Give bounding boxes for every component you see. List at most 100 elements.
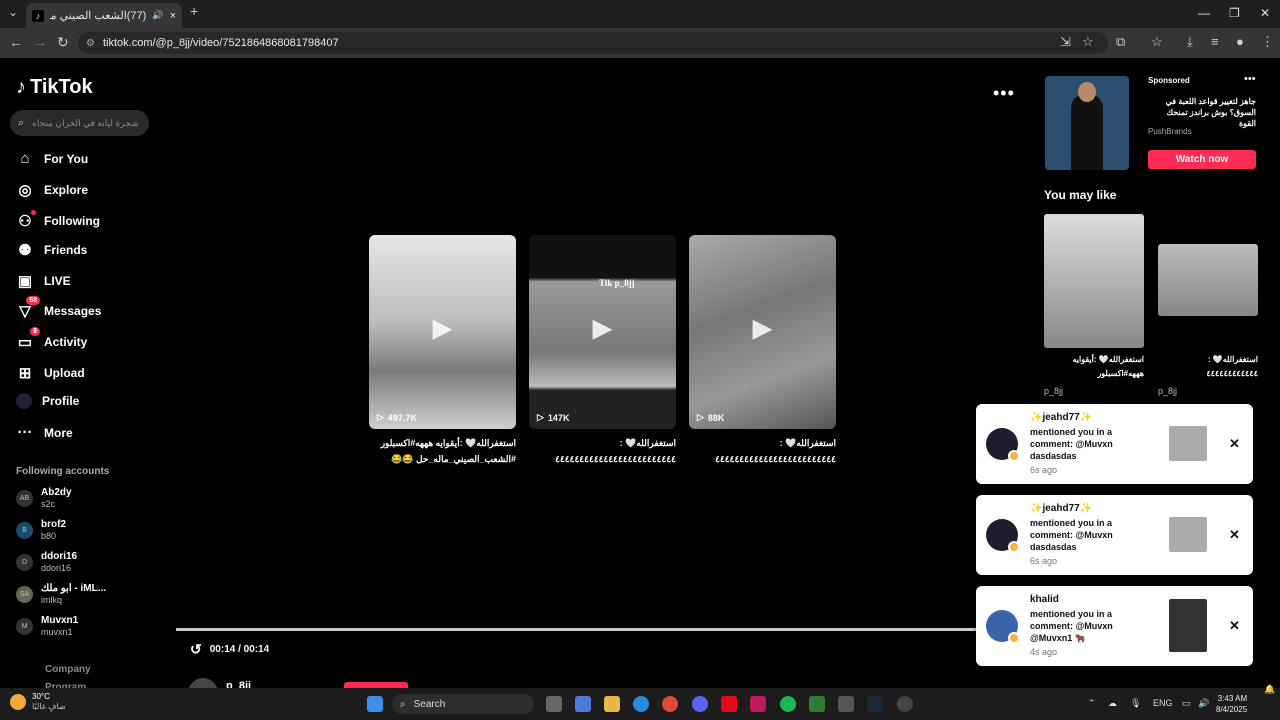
windows-start-icon[interactable] — [367, 696, 383, 712]
tray-app-icon[interactable]: ☁ — [1108, 698, 1117, 709]
nav-live[interactable]: ▣ LIVE — [16, 272, 71, 290]
nav-following[interactable]: ⚇ Following — [16, 210, 100, 230]
search-icon: ⌕ — [18, 116, 25, 129]
watch-now-button[interactable]: Watch now — [1148, 150, 1256, 169]
site-info-icon[interactable]: ⚙ — [86, 38, 95, 49]
system-clock[interactable]: 3:43 AM 8/4/2025 — [1216, 693, 1247, 715]
notification-toast[interactable]: ✨jeahd77✨ mentioned you in a comment: @M… — [976, 404, 1253, 484]
footer-company-link[interactable]: Company — [45, 664, 91, 675]
suggested-caption[interactable]: استغفرالله🤍 : ٤٤٤٤٤٤٤٤٤٤٤٤ — [1158, 353, 1258, 381]
tray-chevron-icon[interactable]: ⌃ — [1088, 698, 1096, 709]
notif-thumbnail[interactable] — [1169, 426, 1207, 461]
microphone-icon[interactable]: 🎙 — [1130, 698, 1141, 709]
spotify-icon[interactable] — [780, 696, 796, 712]
extensions-icon[interactable]: ⧉ — [1116, 34, 1125, 50]
steam-icon[interactable] — [867, 696, 883, 712]
nav-messages[interactable]: ▽ 68 Messages — [16, 296, 101, 320]
bookmarks-icon[interactable]: ☆ — [1151, 34, 1163, 50]
nav-upload[interactable]: ⊞ Upload — [16, 364, 85, 382]
network-icon[interactable]: ▭ — [1182, 698, 1191, 709]
app-icon[interactable] — [838, 696, 854, 712]
nav-for-you[interactable]: ⌂ For You — [16, 150, 88, 167]
following-account[interactable]: SA ابو ملك - iML... imlkq — [16, 583, 106, 606]
replay-icon[interactable]: ↺ — [190, 641, 202, 658]
bookmark-star-icon[interactable]: ☆ — [1082, 34, 1094, 50]
chrome-icon[interactable] — [662, 696, 678, 712]
tiktok-logo[interactable]: ♪ TikTok — [16, 76, 93, 99]
video-card[interactable]: ▶ ▷ 497.7K — [369, 235, 516, 429]
browser-tab[interactable]: ♪ (77)الشعب الصيني ماله حل 🔊 × — [26, 3, 182, 28]
video-card[interactable]: Tik p_8jj ▶ ▷ 147K — [529, 235, 676, 429]
copilot-icon[interactable] — [575, 696, 591, 712]
video-caption[interactable]: استغفرالله🤍 :أيقوايه هههه#اكسبلور #الشعب… — [369, 435, 516, 467]
close-icon[interactable]: ✕ — [1229, 527, 1240, 543]
close-tab-icon[interactable]: × — [170, 10, 176, 22]
browser-menu-icon[interactable]: ⋮ — [1261, 34, 1274, 50]
maximize-icon[interactable]: ❐ — [1229, 6, 1240, 20]
notification-bell-icon[interactable]: 🔔 — [1264, 684, 1275, 695]
forward-icon[interactable]: → — [33, 34, 47, 50]
notif-thumbnail[interactable] — [1169, 517, 1207, 552]
reload-icon[interactable]: ↻ — [57, 34, 69, 51]
volume-icon[interactable]: 🔊 — [1198, 698, 1209, 709]
tab-search-icon[interactable]: ⌄ — [8, 5, 18, 19]
notification-toast[interactable]: khalid mentioned you in a comment: @Muvx… — [976, 586, 1253, 666]
search-input[interactable]: ⌕ شجرة ليانه في الخزان منحاه — [10, 110, 149, 136]
file-explorer-icon[interactable] — [604, 696, 620, 712]
ad-thumbnail[interactable] — [1045, 76, 1129, 170]
suggested-author[interactable]: p_8jj — [1158, 386, 1177, 396]
address-bar[interactable]: ⚙ tiktok.com/@p_8jj/video/75218648680817… — [78, 32, 1108, 54]
edge-icon[interactable] — [633, 696, 649, 712]
nav-activity[interactable]: ▭ 9 Activity — [16, 327, 87, 351]
nav-profile[interactable]: Profile — [16, 393, 79, 409]
following-account[interactable]: AB Ab2dy s2c — [16, 487, 72, 510]
suggested-caption[interactable]: استغفرالله🤍 :أيقوايه هههه#اكسبلور — [1044, 353, 1144, 381]
ad-more-icon[interactable]: ••• — [1244, 73, 1256, 85]
following-account[interactable]: D ddori16 ddori16 — [16, 551, 77, 574]
nav-explore[interactable]: ◎ Explore — [16, 181, 88, 199]
play-small-icon: ▷ — [377, 412, 384, 422]
notif-thumbnail[interactable] — [1169, 599, 1207, 652]
weather-widget[interactable]: 30°C صافٍ غالبًا — [10, 692, 66, 712]
profile-icon — [16, 393, 32, 409]
views-text: 497.7K — [387, 412, 417, 423]
nav-more[interactable]: ··· More — [16, 424, 73, 441]
home-icon: ⌂ — [20, 150, 30, 167]
following-account[interactable]: B brof2 b80 — [16, 519, 66, 542]
reading-list-icon[interactable]: ≡ — [1211, 34, 1219, 49]
install-app-icon[interactable]: ⇲ — [1060, 34, 1071, 50]
notif-avatar — [986, 519, 1020, 553]
speaker-icon[interactable]: 🔊 — [152, 10, 163, 21]
suggested-author[interactable]: p_8jj — [1044, 386, 1063, 396]
notification-toast[interactable]: ✨jeahd77✨ mentioned you in a comment: @M… — [976, 495, 1253, 575]
taskbar-search[interactable]: ⌕ Search — [392, 694, 534, 714]
nav-friends[interactable]: ⚉ Friends — [16, 241, 87, 259]
minimize-icon[interactable]: — — [1198, 6, 1210, 20]
clock-date: 8/4/2025 — [1216, 705, 1248, 714]
downloads-icon[interactable]: ⤓ — [1187, 34, 1193, 50]
language-indicator[interactable]: ENG — [1153, 698, 1173, 708]
ad-brand[interactable]: PushBrands — [1148, 127, 1192, 136]
video-caption[interactable]: استغفرالله🤍 : ٤٤٤٤٤٤٤٤٤٤٤٤٤٤٤٤٤٤٤٤٤٤٤٤٤ — [689, 435, 836, 467]
profile-avatar-icon[interactable]: ● — [1236, 34, 1244, 49]
xbox-icon[interactable] — [809, 696, 825, 712]
new-tab-icon[interactable]: + — [190, 3, 198, 19]
app-icon[interactable] — [750, 696, 766, 712]
more-options-icon[interactable]: ••• — [993, 83, 1015, 104]
task-view-icon[interactable] — [546, 696, 562, 712]
app-icon[interactable] — [897, 696, 913, 712]
back-icon[interactable]: ← — [9, 34, 23, 50]
discord-icon[interactable] — [692, 696, 708, 712]
close-window-icon[interactable]: ✕ — [1260, 6, 1270, 20]
suggested-video-thumb[interactable] — [1158, 244, 1258, 316]
video-card[interactable]: ▶ ▷ 88K — [689, 235, 836, 429]
video-caption[interactable]: استغفرالله🤍 : ٤٤٤٤٤٤٤٤٤٤٤٤٤٤٤٤٤٤٤٤٤٤٤٤٤ — [529, 435, 676, 467]
following-account[interactable]: M Muvxn1 muvxn1 — [16, 615, 78, 638]
close-icon[interactable]: ✕ — [1229, 436, 1240, 452]
close-icon[interactable]: ✕ — [1229, 618, 1240, 634]
play-icon: ▶ — [592, 312, 613, 343]
avatar: B — [16, 522, 33, 539]
video-progress-bar[interactable] — [176, 628, 976, 631]
netflix-icon[interactable] — [721, 696, 737, 712]
suggested-video-thumb[interactable] — [1044, 214, 1144, 348]
